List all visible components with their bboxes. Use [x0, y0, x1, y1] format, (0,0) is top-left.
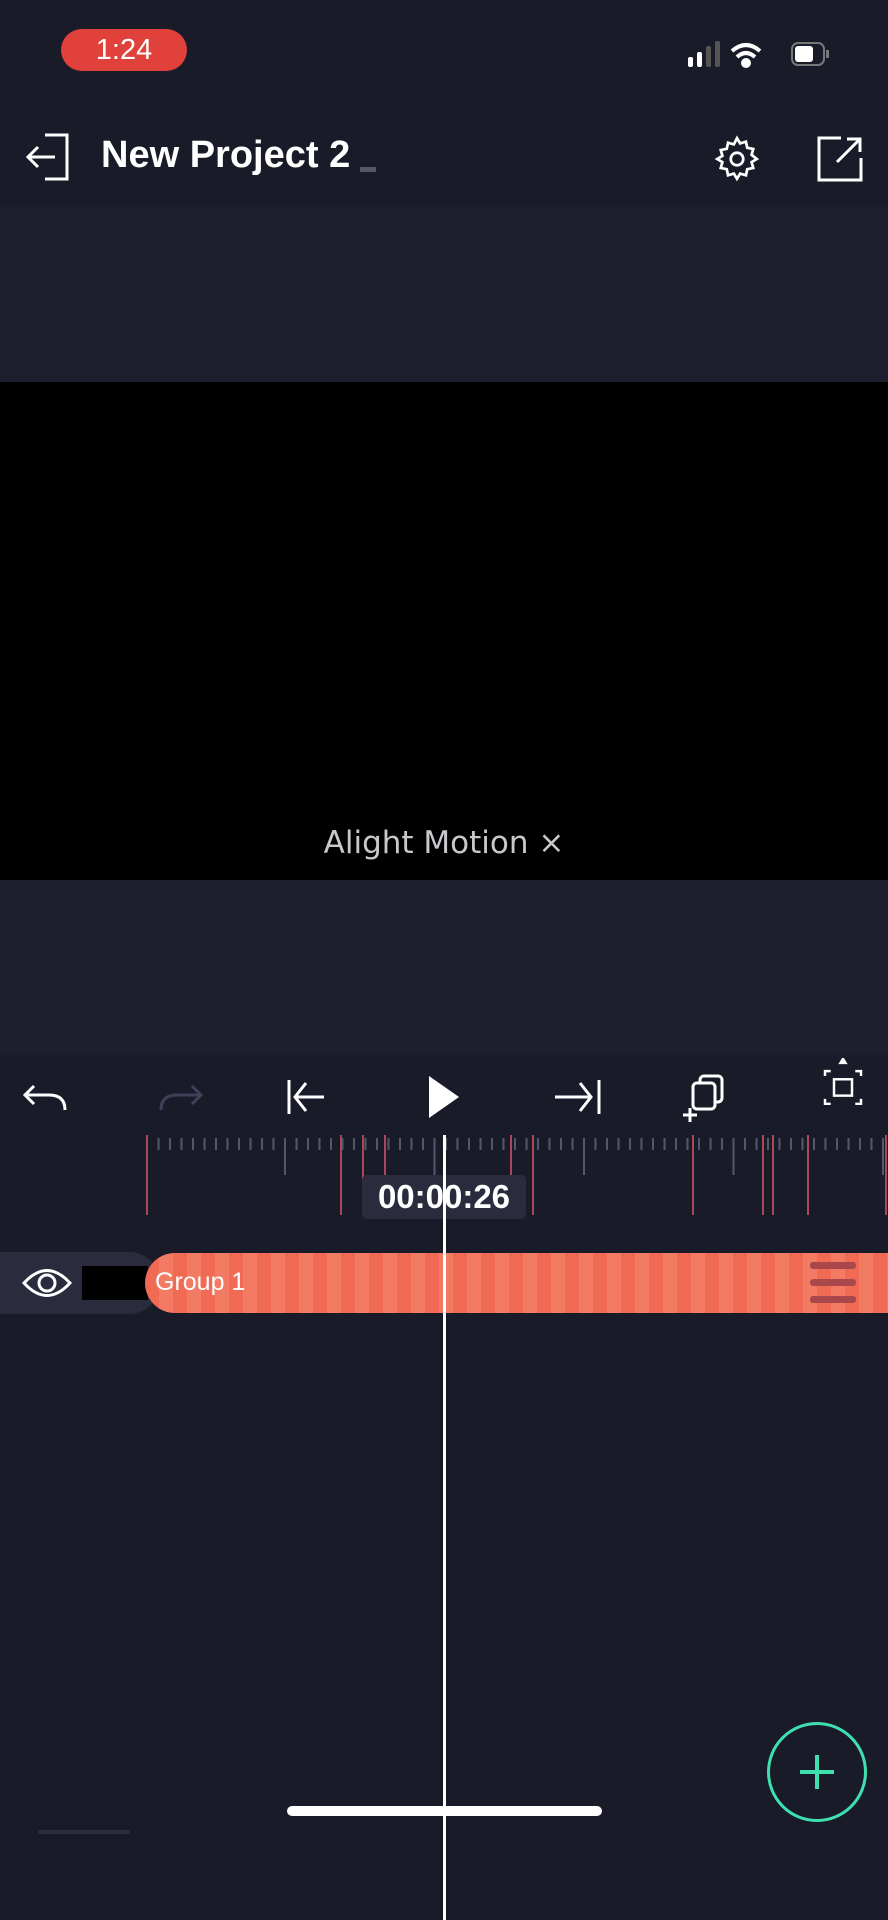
track-thumbnail [82, 1266, 148, 1300]
drag-handle-icon[interactable] [810, 1262, 858, 1304]
undo-icon[interactable] [20, 1070, 74, 1124]
eye-icon[interactable] [22, 1266, 72, 1300]
jump-to-end-icon[interactable] [550, 1070, 604, 1124]
duplicate-add-icon[interactable] [682, 1070, 736, 1124]
status-icons [688, 41, 829, 68]
gear-icon[interactable] [712, 134, 762, 184]
signal-icon [688, 41, 720, 67]
fit-frame-icon[interactable] [816, 1058, 870, 1112]
status-time: 1:24 [61, 29, 187, 71]
add-layer-button[interactable] [767, 1722, 867, 1822]
home-indicator[interactable] [287, 1806, 602, 1816]
playhead[interactable] [443, 1135, 446, 1920]
track-name: Group 1 [155, 1268, 246, 1296]
exit-icon[interactable] [25, 133, 75, 183]
plus-icon [800, 1755, 834, 1789]
wifi-icon [730, 43, 762, 68]
canvas[interactable] [0, 382, 888, 880]
redo-icon[interactable] [152, 1070, 206, 1124]
watermark[interactable]: Alight Motion × [0, 825, 888, 861]
time-text: 1:24 [95, 34, 153, 66]
divider [38, 1830, 130, 1834]
jump-to-start-icon[interactable] [284, 1070, 338, 1124]
play-icon[interactable] [417, 1070, 471, 1124]
text-cursor [360, 167, 376, 172]
battery-icon [791, 42, 829, 66]
project-title[interactable]: New Project 2 [101, 134, 350, 177]
track-group-1[interactable] [145, 1253, 888, 1313]
share-icon[interactable] [815, 134, 865, 184]
